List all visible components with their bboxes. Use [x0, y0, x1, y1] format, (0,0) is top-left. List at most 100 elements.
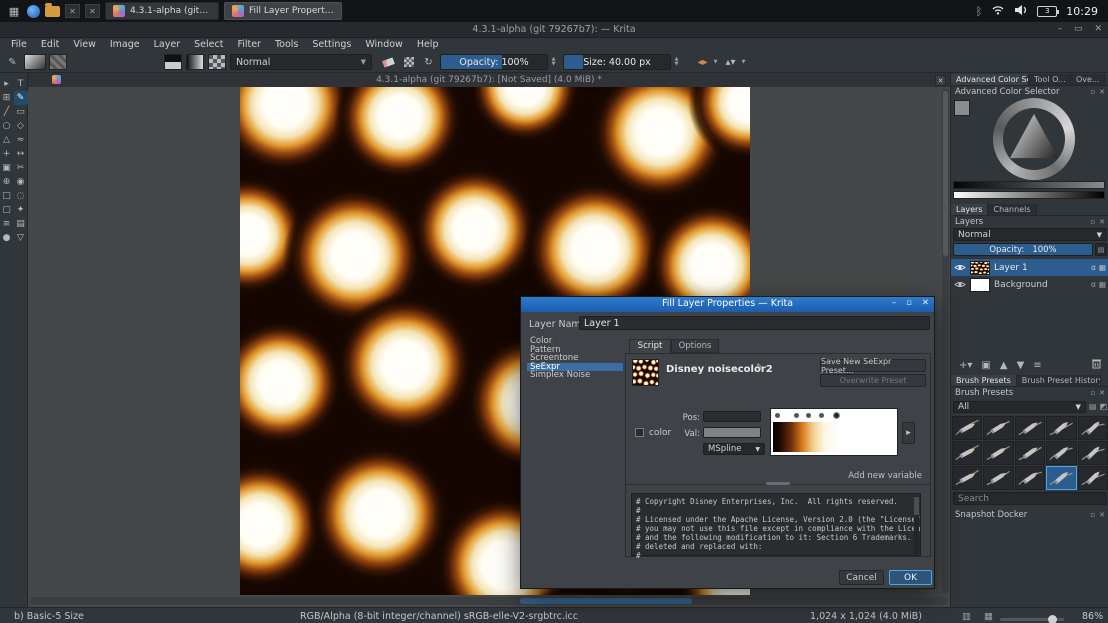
- close-docker-icon[interactable]: ✕: [1099, 511, 1105, 519]
- add-variable-link[interactable]: Add new variable: [848, 471, 922, 481]
- brush-filter-combo[interactable]: All▼: [953, 401, 1086, 413]
- taskbar-window-dialog[interactable]: Fill Layer Properties —...: [224, 2, 342, 20]
- brush-preset-thumb[interactable]: [952, 466, 982, 490]
- shade-strip-1[interactable]: [953, 181, 1105, 189]
- tag-icon[interactable]: ◩: [1099, 402, 1107, 411]
- duplicate-layer-button[interactable]: ▣: [981, 360, 990, 371]
- taskbar-mini-icon-1[interactable]: ✕: [65, 4, 80, 18]
- close-docker-icon[interactable]: ✕: [1099, 218, 1105, 226]
- mirror-horizontal-icon[interactable]: ◂▸: [694, 54, 711, 70]
- splitter-handle[interactable]: [766, 482, 790, 485]
- search-input[interactable]: [953, 492, 1107, 505]
- cancel-button[interactable]: Cancel: [839, 570, 884, 585]
- brush-preset-thumb[interactable]: [1015, 416, 1045, 440]
- checker-icon[interactable]: [208, 54, 226, 70]
- tool-icon-23[interactable]: ▽: [14, 231, 28, 245]
- color-checkbox[interactable]: [635, 428, 644, 437]
- script-editor[interactable]: # Copyright Disney Enterprises, Inc. All…: [631, 493, 921, 556]
- menu-select[interactable]: Select: [187, 39, 230, 50]
- docker-tab-overview[interactable]: Ove...: [1071, 74, 1105, 85]
- dialog-titlebar[interactable]: Fill Layer Properties — Krita – ▫ ✕: [521, 297, 934, 312]
- tool-icon-9[interactable]: ≈: [14, 133, 28, 147]
- zoom-fit-icon[interactable]: ▦: [984, 611, 993, 622]
- tab-script[interactable]: Script: [629, 339, 671, 353]
- zoom-slider-handle[interactable]: [1048, 615, 1057, 623]
- menu-layer[interactable]: Layer: [147, 39, 188, 50]
- maximize-icon[interactable]: ▭: [1074, 24, 1083, 34]
- advanced-color-selector[interactable]: [951, 97, 1108, 200]
- layer-filter-icon[interactable]: ▤: [1095, 243, 1107, 256]
- tab-channels[interactable]: Channels: [988, 204, 1036, 215]
- taskbar-mini-icon-2[interactable]: ✕: [85, 4, 100, 18]
- brush-preset-thumb[interactable]: [983, 416, 1013, 440]
- view-mode-icon[interactable]: ▤: [1089, 402, 1097, 411]
- tool-icon-22[interactable]: ●: [0, 231, 14, 245]
- menu-image[interactable]: Image: [103, 39, 147, 50]
- menu-view[interactable]: View: [66, 39, 103, 50]
- tool-icon-10[interactable]: +: [0, 147, 14, 161]
- gradient-editor[interactable]: [770, 408, 898, 456]
- current-color-swatch[interactable]: [954, 100, 970, 116]
- close-icon[interactable]: ✕: [1094, 24, 1102, 34]
- tool-icon-4[interactable]: ╱: [0, 105, 14, 119]
- gradient-bar[interactable]: [773, 422, 895, 452]
- add-layer-button[interactable]: +▾: [959, 360, 972, 371]
- tool-icon-2[interactable]: ⊞: [0, 91, 14, 105]
- shade-strip-2[interactable]: [953, 191, 1105, 199]
- gradient-stop[interactable]: [775, 413, 780, 418]
- menu-filter[interactable]: Filter: [230, 39, 268, 50]
- gradient-stop[interactable]: [819, 413, 824, 418]
- val-color-swatch[interactable]: [703, 427, 761, 438]
- menu-edit[interactable]: Edit: [34, 39, 66, 50]
- move-layer-down-button[interactable]: ▼: [1017, 360, 1025, 371]
- tool-icon-17[interactable]: ◌: [14, 189, 28, 203]
- menu-settings[interactable]: Settings: [305, 39, 358, 50]
- visibility-icon[interactable]: [954, 280, 966, 289]
- bluetooth-icon[interactable]: ᛒ: [976, 5, 983, 18]
- brush-preset-thumb[interactable]: [1015, 466, 1045, 490]
- tool-icon-11[interactable]: ↔: [14, 147, 28, 161]
- mirror-vertical-caret[interactable]: ▼: [739, 54, 748, 70]
- close-docker-icon[interactable]: ✕: [1099, 88, 1105, 96]
- float-docker-icon[interactable]: ▫: [1090, 218, 1095, 226]
- tool-icon-14[interactable]: ⊕: [0, 175, 14, 189]
- canvas-hscrollbar[interactable]: [30, 597, 948, 605]
- canvas-vscrollbar[interactable]: [942, 89, 949, 594]
- inherit-alpha-icon[interactable]: α: [1091, 263, 1096, 272]
- generator-simplex-noise[interactable]: Simplex Noise: [527, 371, 623, 380]
- tool-icon-7[interactable]: ◇: [14, 119, 28, 133]
- menu-help[interactable]: Help: [410, 39, 446, 50]
- brush-preset-thumb[interactable]: [1046, 441, 1076, 465]
- tool-icon-8[interactable]: △: [0, 133, 14, 147]
- maximize-icon[interactable]: ▫: [906, 298, 912, 308]
- taskbar-window-krita[interactable]: 4.3.1-alpha (git 7926...: [105, 2, 219, 20]
- tool-icon-3[interactable]: ✎: [14, 91, 28, 105]
- wifi-icon[interactable]: [991, 5, 1005, 18]
- visibility-icon[interactable]: [954, 263, 966, 272]
- close-icon[interactable]: ✕: [922, 298, 929, 308]
- minimize-icon[interactable]: –: [1057, 24, 1062, 34]
- gradient-icon[interactable]: [186, 54, 204, 70]
- brush-preset-thumb[interactable]: [1078, 441, 1108, 465]
- alpha-lock-icon[interactable]: [400, 54, 417, 70]
- gradient-chooser[interactable]: [24, 54, 46, 70]
- menu-tools[interactable]: Tools: [268, 39, 305, 50]
- mirror-vertical-icon[interactable]: ▴▾: [722, 54, 739, 70]
- docker-tab-advanced-color[interactable]: Advanced Color Sel...: [951, 74, 1029, 85]
- overwrite-preset-button[interactable]: Overwrite Preset: [820, 374, 926, 387]
- tool-icon-13[interactable]: ✂: [14, 161, 28, 175]
- brush-preset-thumb[interactable]: [952, 441, 982, 465]
- menu-window[interactable]: Window: [358, 39, 409, 50]
- layer-row-layer1[interactable]: Layer 1 α▦: [951, 259, 1108, 276]
- edit-preset-icon[interactable]: ✎: [756, 363, 764, 373]
- gradient-stop[interactable]: [806, 413, 811, 418]
- menu-file[interactable]: File: [4, 39, 34, 50]
- brush-preset-thumb[interactable]: [1046, 416, 1076, 440]
- size-spinner[interactable]: ▲▼: [672, 54, 681, 70]
- opacity-slider[interactable]: Opacity: 100%: [440, 54, 548, 70]
- gradient-stop-selected[interactable]: [834, 413, 839, 418]
- brush-preset-thumb[interactable]: [983, 466, 1013, 490]
- pos-input[interactable]: [703, 411, 761, 422]
- size-slider[interactable]: Size: 40.00 px: [563, 54, 671, 70]
- battery-icon[interactable]: 3: [1037, 6, 1057, 17]
